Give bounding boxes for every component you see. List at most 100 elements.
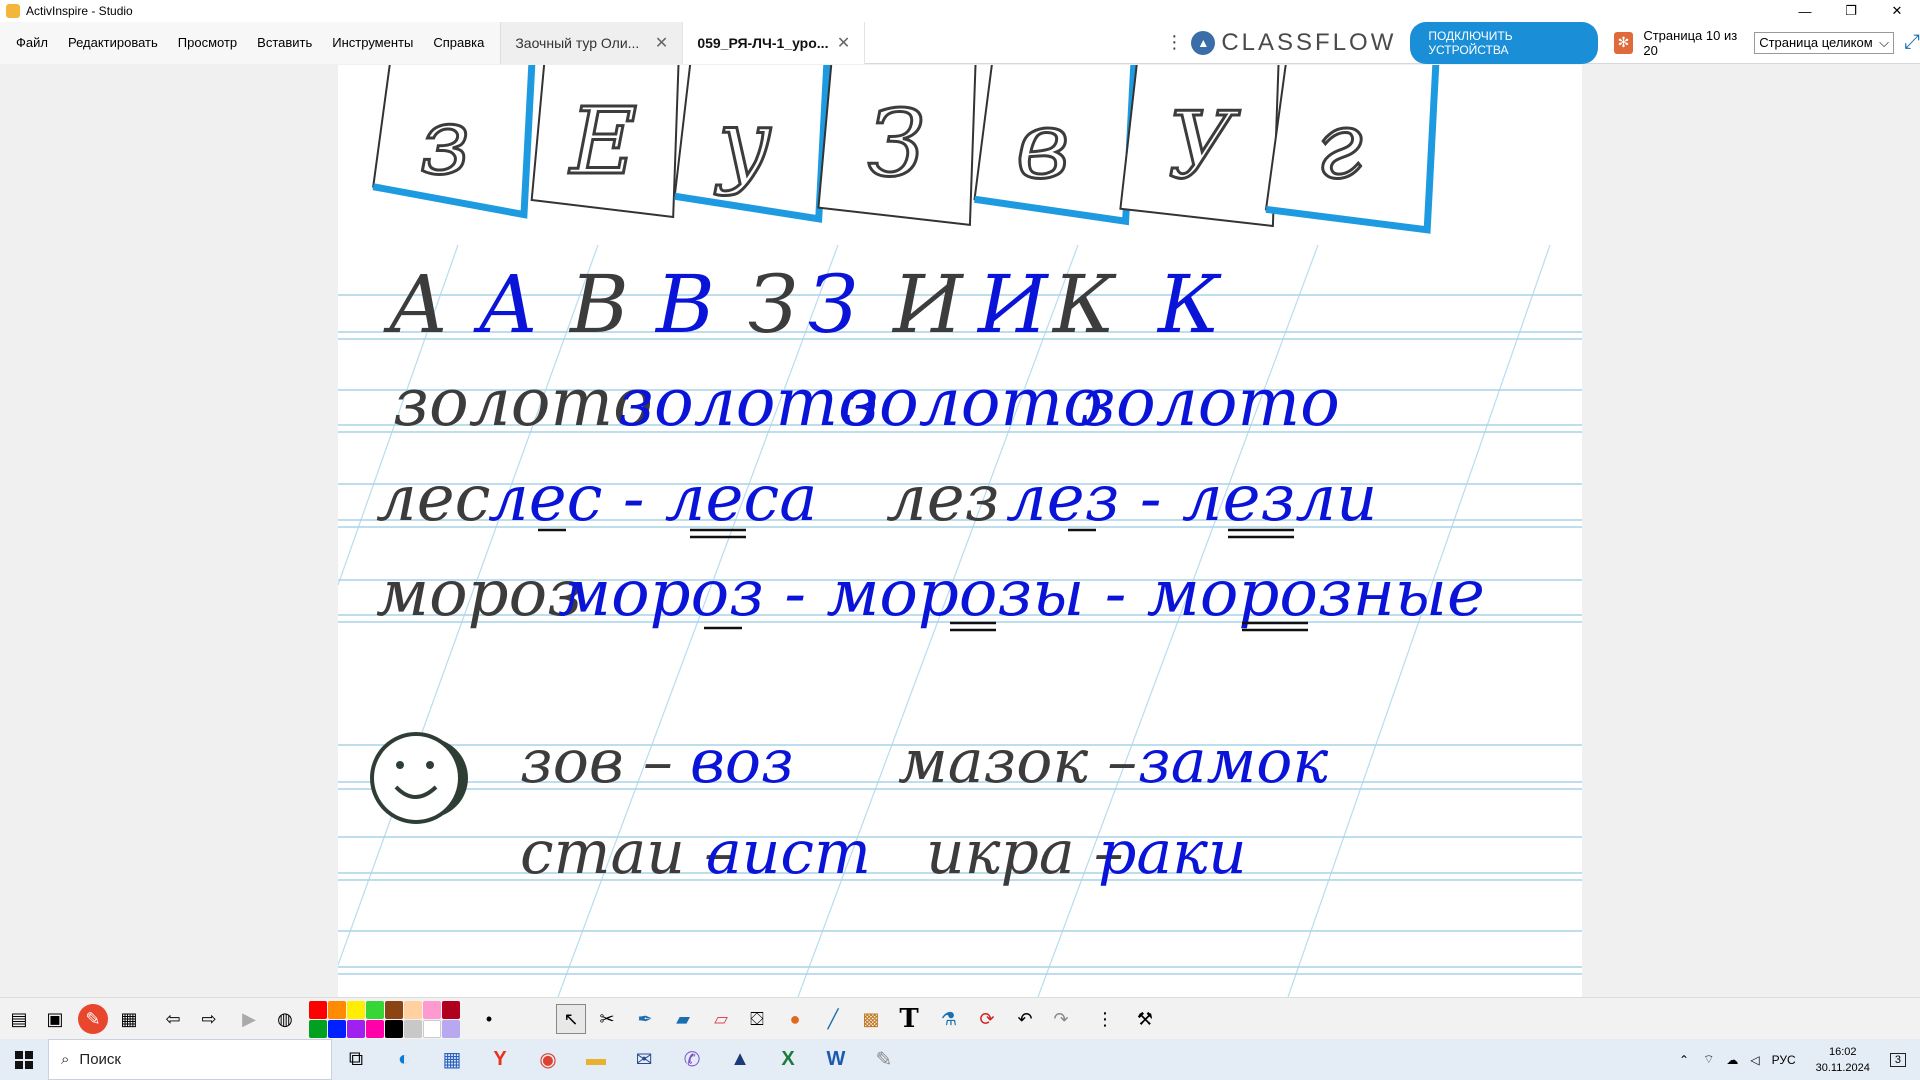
blue-phrase: лез - лезли [1006, 462, 1377, 536]
search-icon: ⌕ [61, 1051, 70, 1068]
pen-icon[interactable]: ✒ [630, 1004, 660, 1034]
minimize-button[interactable]: — [1782, 0, 1828, 22]
redo-icon[interactable]: ↷ [1046, 1004, 1076, 1034]
more-tools-icon[interactable]: ⋮ [1090, 1004, 1120, 1034]
tools-icon[interactable]: ✂ [592, 1004, 622, 1034]
alphabet-letter: А [473, 258, 539, 351]
task-view-icon[interactable]: ⧉ [332, 1039, 380, 1080]
color-swatch-red[interactable] [309, 1001, 327, 1019]
color-swatch-gray[interactable] [404, 1020, 422, 1038]
browsers-icon[interactable]: ▣ [40, 1004, 70, 1034]
color-swatch-brown[interactable] [385, 1001, 403, 1019]
connector-icon[interactable]: ╱ [818, 1004, 848, 1034]
alphabet-letter: К [1156, 258, 1222, 351]
menu-help[interactable]: Справка [423, 35, 494, 50]
window-controls: — ❐ ✕ [1782, 0, 1920, 22]
color-swatch-crimson[interactable] [442, 1001, 460, 1019]
language-indicator[interactable]: РУС [1772, 1053, 1796, 1067]
edge-icon[interactable]: ◐ [380, 1039, 428, 1080]
color-swatch-lavender[interactable] [442, 1020, 460, 1038]
flower-icon[interactable]: ✻ [1613, 31, 1634, 54]
more-options-icon[interactable]: ⋮ [1165, 32, 1183, 53]
alphabet-letter: В [654, 258, 715, 351]
color-swatch-magenta[interactable] [366, 1020, 384, 1038]
network-icon[interactable]: ⌔ [1703, 1052, 1714, 1067]
chrome-icon[interactable]: ◉ [524, 1039, 572, 1080]
notifications-icon[interactable]: 3 [1889, 1052, 1906, 1067]
cloud-icon[interactable]: ☁ [1726, 1053, 1738, 1067]
card-letter: г [1316, 92, 1363, 199]
text-tool-icon[interactable]: T [894, 1004, 924, 1034]
yandex-icon[interactable]: Y [476, 1039, 524, 1080]
color-swatch-orange[interactable] [328, 1001, 346, 1019]
highlighter-icon[interactable]: ▰ [668, 1004, 698, 1034]
store-icon[interactable]: ▦ [428, 1039, 476, 1080]
clear-icon[interactable]: ⚗ [934, 1004, 964, 1034]
color-swatch-lime[interactable] [366, 1001, 384, 1019]
close-tab-icon[interactable]: ✕ [655, 33, 668, 53]
eraser-icon[interactable]: ▱ [706, 1004, 736, 1034]
volume-icon[interactable]: ◁ [1750, 1053, 1759, 1067]
card-letter: з [420, 88, 470, 195]
restore-button[interactable]: ❐ [1828, 0, 1874, 22]
connect-devices-button[interactable]: ПОДКЛЮЧИТЬ УСТРОЙСТВА [1410, 21, 1598, 64]
color-swatch-peach[interactable] [404, 1001, 422, 1019]
teacher-icon[interactable]: ▦ [114, 1004, 144, 1034]
shape-icon[interactable]: ● [780, 1004, 810, 1034]
resource-icon[interactable]: ▩ [856, 1004, 886, 1034]
color-swatch-blue[interactable] [328, 1020, 346, 1038]
viber-icon[interactable]: ✆ [668, 1039, 716, 1080]
select-cursor-icon[interactable]: ↖ [556, 1004, 586, 1034]
zoom-value: Страница целиком [1759, 35, 1873, 50]
menu-file[interactable]: Файл [6, 35, 58, 50]
color-swatch-green[interactable] [309, 1020, 327, 1038]
flipchart-canvas: з Е у З в У г А А В В З З И И К К золото… [338, 65, 1582, 997]
gray-word: зов – [520, 727, 673, 797]
close-window-button[interactable]: ✕ [1874, 0, 1920, 22]
zoom-select[interactable]: Страница целиком ⌵ [1754, 31, 1894, 54]
taskbar-search[interactable]: ⌕ Поиск [48, 1039, 332, 1080]
prev-page-icon[interactable]: ⇦ [158, 1004, 188, 1034]
mail-icon[interactable]: ✉ [620, 1039, 668, 1080]
card-letter: Е [568, 88, 637, 195]
clock[interactable]: 16:02 30.11.2024 [1816, 1044, 1870, 1076]
windows-start-icon[interactable] [0, 1039, 48, 1080]
file-explorer-icon[interactable]: ▬ [572, 1039, 620, 1080]
word-icon[interactable]: W [812, 1039, 860, 1080]
tab-059-lesson[interactable]: 059_РЯ-ЛЧ-1_уро... ✕ [683, 21, 866, 64]
classflow-text: CLASSFLOW [1221, 28, 1397, 56]
color-swatch-purple[interactable] [347, 1020, 365, 1038]
next-page-icon[interactable]: ⇨ [194, 1004, 224, 1034]
app-a-icon[interactable]: ▲ [716, 1039, 764, 1080]
color-swatch-white[interactable] [423, 1020, 441, 1038]
flipchart-page[interactable]: з Е у З в У г А А В В З З И И К К золото… [338, 65, 1582, 997]
fullscreen-icon[interactable]: ⤢ [1904, 31, 1920, 54]
menu-edit[interactable]: Редактировать [58, 35, 168, 50]
color-swatch-black[interactable] [385, 1020, 403, 1038]
menu-tools[interactable]: Инструменты [322, 35, 423, 50]
gray-word: лез [886, 462, 1000, 536]
blue-word: воз [690, 727, 794, 797]
menu-insert[interactable]: Вставить [247, 35, 322, 50]
pen-width-icon[interactable]: • [474, 1004, 504, 1034]
main-menu-icon[interactable]: ▤ [4, 1004, 34, 1034]
undo-icon[interactable]: ↶ [1010, 1004, 1040, 1034]
tab-zaochny-tur[interactable]: Заочный тур Оли... ✕ [501, 21, 684, 64]
chevron-up-icon[interactable]: ⌃ [1679, 1053, 1689, 1067]
blue-word: раки [1098, 818, 1247, 888]
customize-toolbar-icon[interactable]: ⚒ [1130, 1004, 1160, 1034]
excel-icon[interactable]: X [764, 1039, 812, 1080]
card-letter: З [868, 90, 925, 197]
menu-view[interactable]: Просмотр [168, 35, 247, 50]
color-swatch-yellow[interactable] [347, 1001, 365, 1019]
fill-icon[interactable]: ⛋ [742, 1004, 772, 1034]
play-icon[interactable]: ▶ [234, 1004, 264, 1034]
pen-tool-icon[interactable]: ✎ [78, 1004, 108, 1034]
alphabet-letter: З [808, 258, 858, 351]
blue-phrase: лес - леса [488, 462, 817, 536]
reset-page-icon[interactable]: ⟳ [972, 1004, 1002, 1034]
globe-icon[interactable]: ◍ [270, 1004, 300, 1034]
activinspire-taskbar-icon[interactable]: ✎ [860, 1039, 908, 1080]
close-tab-icon[interactable]: ✕ [837, 33, 850, 53]
color-swatch-pink[interactable] [423, 1001, 441, 1019]
